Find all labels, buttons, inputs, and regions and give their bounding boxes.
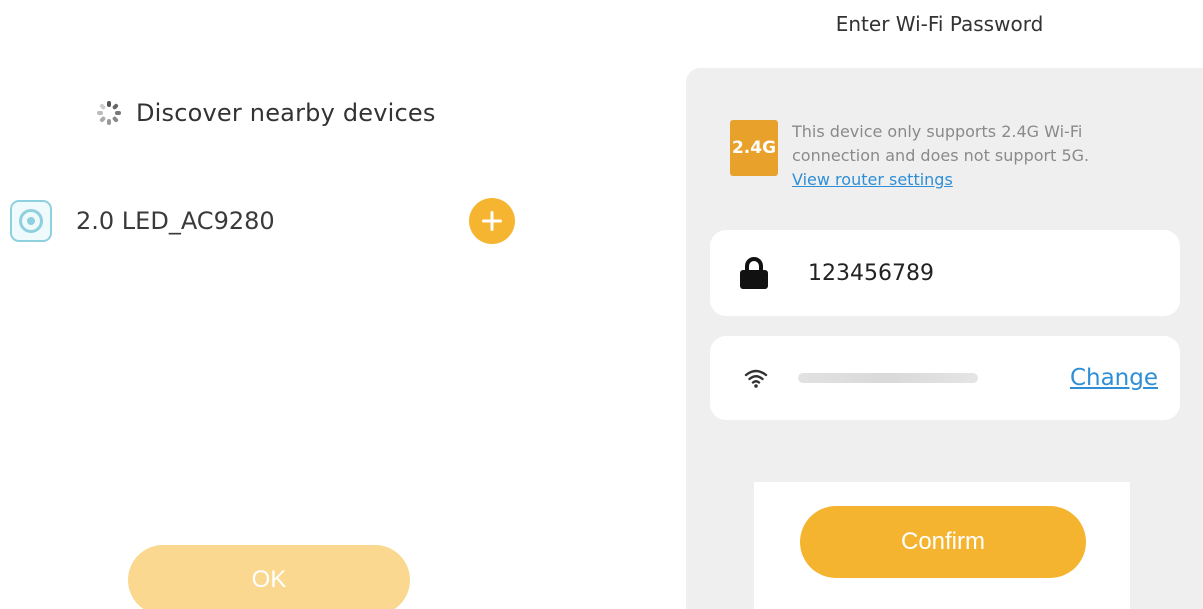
device-list-item[interactable]: 2.0 LED_AC9280 [10,196,515,246]
device-name: 2.0 LED_AC9280 [76,207,275,235]
notice-line-1: This device only supports 2.4G Wi-Fi [792,122,1083,141]
plus-icon [482,211,502,231]
device-icon [10,200,52,242]
ok-button[interactable]: OK [128,545,410,609]
wifi-password-panel: 2.4G This device only supports 2.4G Wi-F… [686,68,1203,609]
password-field[interactable]: 123456789 [710,230,1180,316]
confirm-area: Confirm [754,482,1130,609]
frequency-notice: 2.4G This device only supports 2.4G Wi-F… [730,120,1089,192]
notice-line-2: connection and does not support 5G. [792,146,1090,165]
page-title: Enter Wi-Fi Password [835,12,1044,36]
band-badge: 2.4G [730,120,778,176]
wifi-network-field: Change [710,336,1180,420]
change-network-link[interactable]: Change [1070,365,1158,391]
loading-spinner-icon [96,100,122,126]
password-input[interactable]: 123456789 [808,261,934,286]
notice-text: This device only supports 2.4G Wi-Fi con… [792,120,1089,192]
network-name-redacted [798,373,978,383]
discover-header: Discover nearby devices [96,96,436,130]
lock-icon [740,257,768,289]
discover-label: Discover nearby devices [136,99,436,127]
device-discovery-panel: Discover nearby devices 2.0 LED_AC9280 O… [0,0,580,609]
add-device-button[interactable] [469,198,515,244]
confirm-button[interactable]: Confirm [800,506,1086,578]
wifi-icon [744,369,768,388]
view-router-settings-link[interactable]: View router settings [792,168,1089,192]
